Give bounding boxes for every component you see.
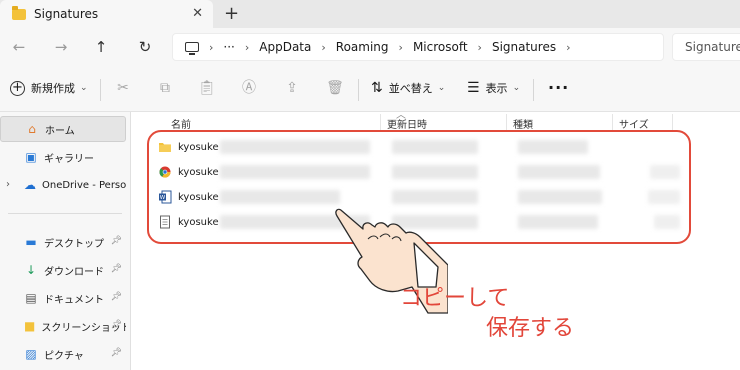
chevron-right-icon[interactable]: ›	[321, 41, 325, 54]
sort-button-label: 並べ替え	[388, 82, 433, 95]
cloud-icon: ☁	[24, 178, 36, 192]
sidebar-item-gallery[interactable]: ▣ ギャラリー	[0, 144, 126, 170]
sidebar-item-onedrive[interactable]: ☁ OneDrive - Persor	[0, 172, 126, 198]
breadcrumb-microsoft[interactable]: Microsoft	[413, 40, 468, 54]
sidebar-item-label: OneDrive - Persor	[42, 179, 126, 191]
pin-icon[interactable]: 📌︎	[111, 264, 122, 274]
pin-icon[interactable]: 📌︎	[111, 348, 122, 358]
chevron-right-icon[interactable]: ›	[245, 41, 249, 54]
desktop-icon: ▬	[25, 235, 37, 249]
address-bar[interactable]: › ··· › AppData › Roaming › Microsoft › …	[172, 33, 664, 61]
breadcrumb-signatures[interactable]: Signatures	[492, 40, 556, 54]
download-icon: ↓	[25, 263, 37, 277]
more-options-button[interactable]: ···	[548, 78, 569, 97]
chevron-right-icon[interactable]: ›	[209, 41, 213, 54]
this-pc-icon[interactable]	[185, 42, 199, 55]
folder-icon	[12, 5, 26, 20]
chevron-down-icon: ⌄	[437, 83, 446, 93]
close-tab-icon[interactable]: ✕	[192, 6, 203, 21]
search-input[interactable]: Signatures	[672, 33, 740, 61]
sort-button[interactable]: ⇅ 並べ替え ⌄	[371, 80, 445, 96]
annotation-line-1: コピーして	[400, 286, 510, 311]
breadcrumb-more[interactable]: ···	[223, 40, 234, 54]
view-button-label: 表示	[485, 82, 508, 95]
chevron-right-icon[interactable]: ›	[478, 41, 482, 54]
gallery-icon: ▣	[25, 150, 37, 164]
toolbar-divider	[100, 79, 101, 101]
pin-icon[interactable]: 📌︎	[111, 320, 122, 330]
toolbar-divider	[533, 79, 534, 101]
new-button-label: 新規作成	[31, 82, 75, 95]
chevron-down-icon: ⌄	[80, 83, 88, 93]
tab-strip: Signatures ✕ +	[0, 0, 740, 28]
chevron-right-icon[interactable]: ›	[399, 41, 403, 54]
share-icon[interactable]: ⇪	[283, 79, 301, 97]
sidebar-item-label: ギャラリー	[44, 153, 94, 165]
sidebar-item-screenshots[interactable]: ■ スクリーンショット 📌︎	[0, 313, 126, 339]
sidebar-item-label: ドキュメント	[44, 294, 104, 306]
pin-icon[interactable]: 📌︎	[111, 236, 122, 246]
back-button[interactable]: ←	[8, 35, 30, 59]
sidebar-item-label: ダウンロード	[44, 266, 104, 278]
sidebar-divider	[8, 213, 122, 214]
view-button[interactable]: ☰ 表示 ⌄	[467, 80, 520, 96]
sidebar-item-home[interactable]: ⌂ ホーム	[0, 116, 126, 142]
pictures-icon: ▨	[25, 347, 37, 361]
new-tab-button[interactable]: +	[224, 3, 239, 24]
annotation-note: コピーして 保存する	[400, 284, 574, 344]
folder-icon: ■	[24, 319, 36, 333]
forward-button[interactable]: →	[50, 35, 72, 59]
sidebar-item-documents[interactable]: ▤ ドキュメント 📌︎	[0, 285, 126, 311]
view-icon: ☰	[467, 80, 480, 96]
sidebar-item-label: ピクチャ	[44, 350, 84, 362]
chevron-down-icon: ⌄	[512, 83, 521, 93]
up-button[interactable]: ↑	[90, 35, 112, 59]
sidebar-item-desktop[interactable]: ▬ デスクトップ 📌︎	[0, 229, 126, 255]
refresh-button[interactable]: ↻	[134, 35, 156, 59]
breadcrumb-roaming[interactable]: Roaming	[336, 40, 389, 54]
command-bar: + 新規作成 ⌄ ✂ ⧉ 📋︎ Ⓐ ⇪ 🗑︎ ⇅ 並べ替え ⌄ ☰ 表示 ⌄ ·…	[0, 66, 740, 112]
sidebar-item-pictures[interactable]: ▨ ピクチャ 📌︎	[0, 341, 126, 367]
tab-title: Signatures	[34, 7, 99, 21]
paste-icon[interactable]: 📋︎	[198, 79, 216, 97]
sort-icon: ⇅	[371, 80, 383, 96]
annotation-line-2: 保存する	[486, 316, 575, 341]
breadcrumb-appdata[interactable]: AppData	[259, 40, 311, 54]
cut-icon[interactable]: ✂	[114, 79, 132, 97]
sidebar-item-downloads[interactable]: ↓ ダウンロード 📌︎	[0, 257, 126, 283]
delete-icon[interactable]: 🗑︎	[326, 79, 344, 97]
sidebar-item-label: ホーム	[45, 125, 75, 137]
home-icon: ⌂	[28, 122, 36, 136]
address-row: ← → ↑ ↻ › ··· › AppData › Roaming › Micr…	[0, 28, 740, 66]
toolbar-divider	[358, 79, 359, 101]
navigation-pane: ⌂ ホーム ▣ ギャラリー › ☁ OneDrive - Persor ▬ デス…	[0, 112, 130, 370]
chevron-right-icon[interactable]: ›	[566, 41, 570, 54]
tab-signatures[interactable]: Signatures ✕	[0, 0, 213, 28]
sidebar-item-label: デスクトップ	[44, 238, 104, 250]
new-button[interactable]: + 新規作成 ⌄	[10, 80, 88, 96]
plus-icon: +	[10, 80, 25, 96]
rename-icon[interactable]: Ⓐ	[240, 79, 258, 97]
pin-icon[interactable]: 📌︎	[111, 292, 122, 302]
document-icon: ▤	[25, 291, 37, 305]
copy-icon[interactable]: ⧉	[156, 79, 174, 97]
